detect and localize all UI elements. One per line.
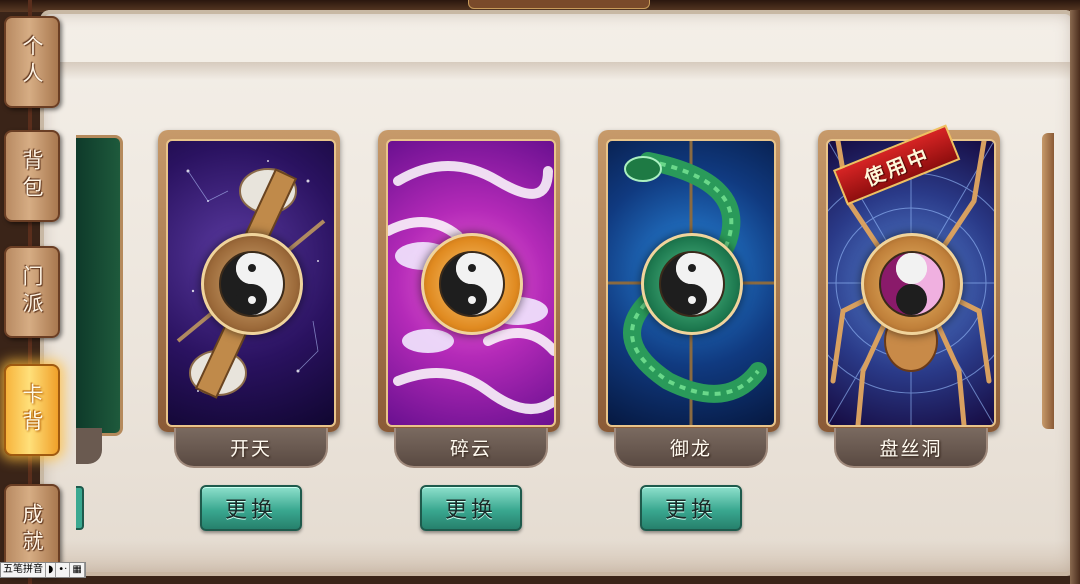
card-emblem bbox=[861, 233, 963, 335]
keyboard-icon[interactable]: ▦ bbox=[70, 563, 85, 577]
panel-shelf bbox=[48, 62, 1070, 80]
partial-card-right[interactable] bbox=[1042, 133, 1054, 429]
card-kaitian[interactable] bbox=[158, 130, 340, 432]
tab-personal-label: 个人 bbox=[20, 35, 44, 89]
top-ornament bbox=[468, 0, 650, 9]
card-name: 碎云 bbox=[449, 437, 492, 460]
card-emblem bbox=[201, 233, 303, 335]
yin-yang-icon bbox=[439, 251, 505, 317]
card-art bbox=[606, 139, 776, 427]
card-name-plate: 御龙 bbox=[614, 428, 768, 468]
tab-backpack-label: 背包 bbox=[20, 149, 44, 203]
card-emblem bbox=[421, 233, 523, 335]
card-emblem bbox=[641, 233, 743, 335]
card-name: 盘丝洞 bbox=[879, 437, 943, 460]
ime-status-bar[interactable]: 五笔拼音 ◗ •· ▦ bbox=[0, 562, 86, 578]
tab-achievement-label: 成就 bbox=[20, 503, 44, 557]
card-name-plate: 碎云 bbox=[394, 428, 548, 468]
tab-card-back-label: 卡背 bbox=[20, 383, 44, 437]
card-name: 开天 bbox=[229, 437, 272, 460]
partial-change-button[interactable] bbox=[76, 486, 84, 530]
tab-sect[interactable]: 门派 bbox=[4, 246, 60, 338]
change-button-kaitian[interactable]: 更换 bbox=[200, 485, 302, 531]
change-button-suiyun[interactable]: 更换 bbox=[420, 485, 522, 531]
card-yulong[interactable] bbox=[598, 130, 780, 432]
right-frame bbox=[1070, 10, 1080, 584]
card-suiyun[interactable] bbox=[378, 130, 560, 432]
change-button-yulong[interactable]: 更换 bbox=[640, 485, 742, 531]
change-button-label: 更换 bbox=[444, 498, 497, 523]
yin-yang-icon bbox=[219, 251, 285, 317]
change-button-label: 更换 bbox=[664, 498, 717, 523]
moon-icon[interactable]: ◗ bbox=[46, 563, 57, 577]
yin-yang-icon bbox=[659, 251, 725, 317]
panel-bottom-shade bbox=[48, 540, 1070, 576]
tab-backpack[interactable]: 背包 bbox=[4, 130, 60, 222]
card-name: 御龙 bbox=[669, 437, 712, 460]
ime-mode-label[interactable]: 五笔拼音 bbox=[1, 563, 46, 577]
tab-sect-label: 门派 bbox=[20, 265, 44, 319]
card-art bbox=[386, 139, 556, 427]
card-name-plate: 盘丝洞 bbox=[834, 428, 988, 468]
change-button-label: 更换 bbox=[224, 498, 277, 523]
tab-card-back[interactable]: 卡背 bbox=[4, 364, 60, 456]
card-art bbox=[166, 139, 336, 427]
partial-card-left[interactable] bbox=[76, 135, 123, 436]
punctuation-icon[interactable]: •· bbox=[56, 563, 71, 577]
card-name-plate: 开天 bbox=[174, 428, 328, 468]
yin-yang-icon bbox=[879, 251, 945, 317]
partial-name-plate bbox=[76, 428, 102, 464]
tab-personal[interactable]: 个人 bbox=[4, 16, 60, 108]
